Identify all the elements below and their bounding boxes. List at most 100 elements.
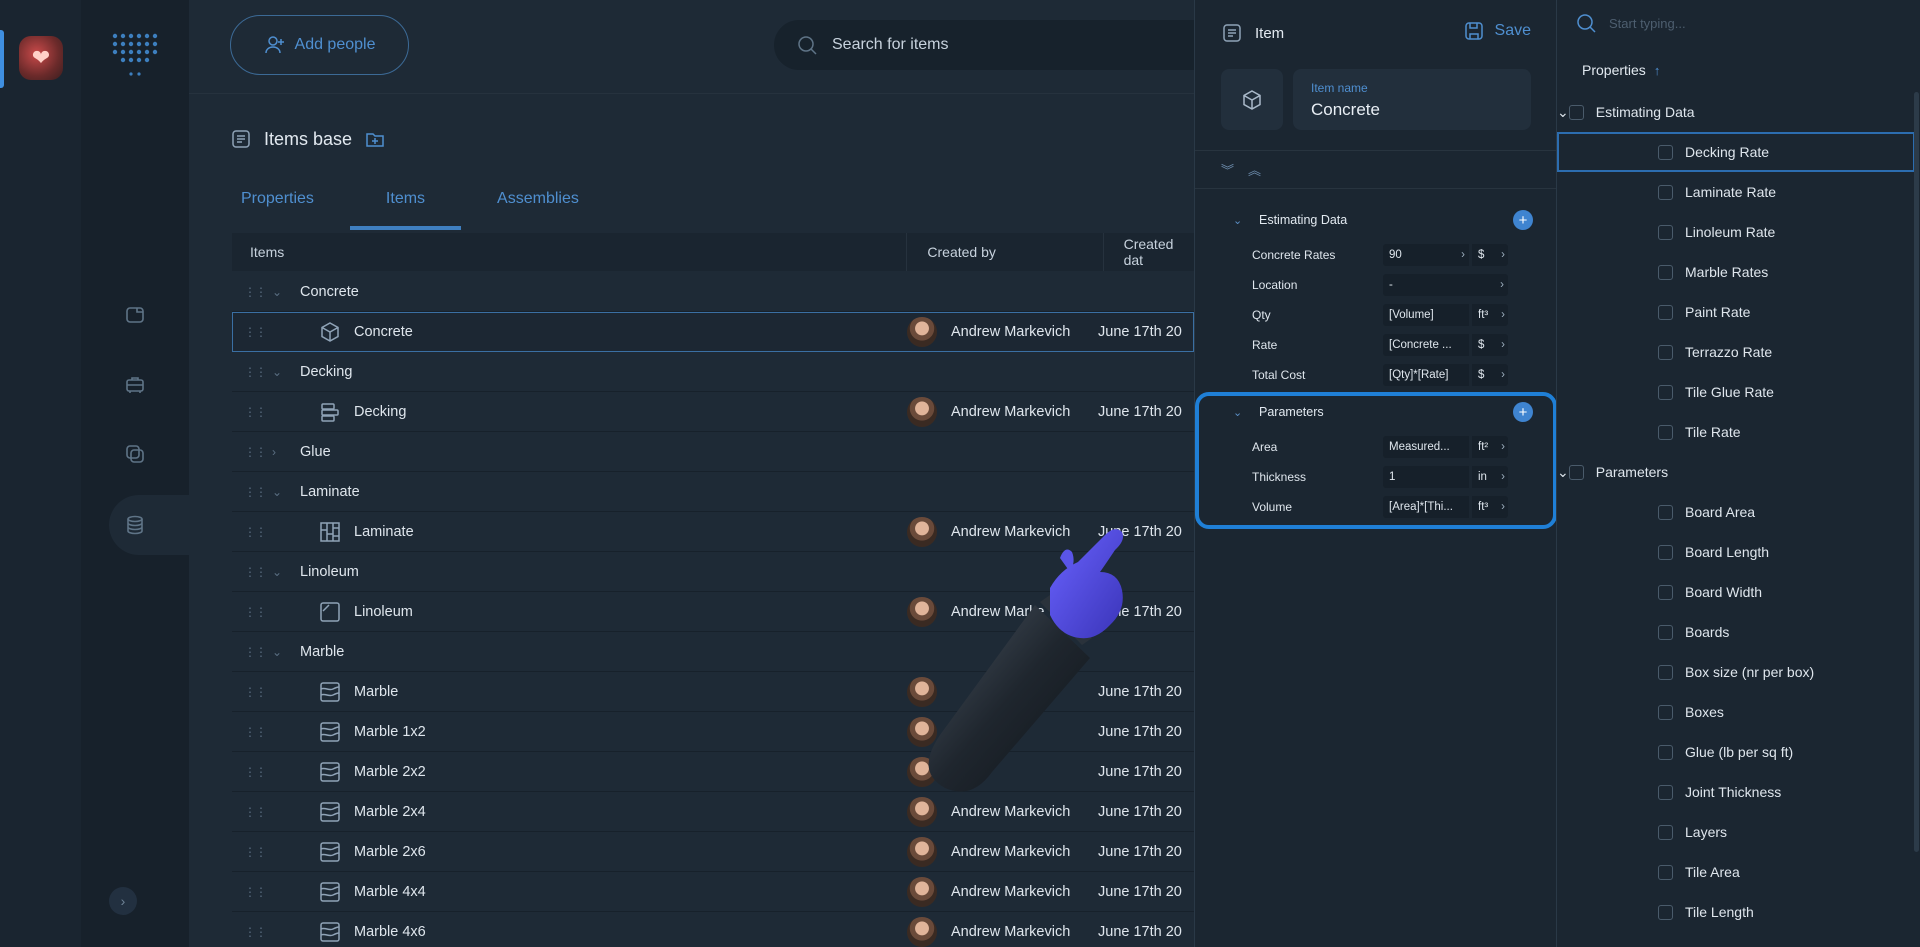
add-property-button[interactable]: + <box>1513 210 1533 230</box>
database-icon[interactable] <box>81 503 189 547</box>
search-box[interactable]: Search for items <box>774 20 1194 70</box>
drag-handle-icon[interactable]: ⋮⋮ <box>244 325 267 339</box>
chevron-right-icon[interactable]: › <box>1501 309 1505 321</box>
property-option[interactable]: Board Area <box>1557 492 1915 532</box>
property-option[interactable]: Joint Thickness <box>1557 772 1915 812</box>
search-input[interactable]: Search for items <box>832 36 948 54</box>
table-row[interactable]: ⋮⋮ Concrete Andrew Markevich June 17th 20 <box>232 312 1194 352</box>
drag-handle-icon[interactable]: ⋮⋮ <box>244 725 267 739</box>
property-unit-field[interactable]: $ › <box>1472 244 1508 266</box>
chevron-down-icon[interactable]: ⌄ <box>272 485 292 499</box>
chevron-right-icon[interactable]: › <box>1501 369 1505 381</box>
section-header[interactable]: ⌄ Estimating Data + <box>1233 206 1533 234</box>
checkbox[interactable] <box>1658 864 1673 880</box>
property-unit-field[interactable]: ft³ › <box>1472 304 1508 326</box>
property-option[interactable]: Laminate Rate <box>1557 172 1915 212</box>
properties-search-input[interactable]: Start typing... <box>1609 16 1686 31</box>
property-option[interactable]: Terrazzo Rate <box>1557 332 1915 372</box>
property-option[interactable]: Tile Length <box>1557 892 1915 932</box>
checkbox[interactable] <box>1658 824 1673 840</box>
drag-handle-icon[interactable]: ⋮⋮ <box>244 685 267 699</box>
table-row[interactable]: ⋮⋮ Marble 4x4 Andrew Markevich June 17th 20 <box>232 872 1194 912</box>
checkbox[interactable] <box>1658 504 1673 520</box>
properties-title[interactable]: Properties ↑ <box>1582 62 1660 78</box>
checkbox[interactable] <box>1658 784 1673 800</box>
table-group-row[interactable]: ⋮⋮ ⌄ Concrete <box>232 272 1194 312</box>
checkbox[interactable] <box>1658 384 1673 400</box>
save-button[interactable]: Save <box>1463 20 1531 42</box>
properties-search[interactable]: Start typing... <box>1575 12 1686 34</box>
drag-handle-icon[interactable]: ⋮⋮ <box>244 365 267 379</box>
property-group[interactable]: ⌄ Estimating Data <box>1557 92 1915 132</box>
drag-handle-icon[interactable]: ⋮⋮ <box>244 805 267 819</box>
apps-grid-icon[interactable] <box>111 32 159 80</box>
checkbox[interactable] <box>1568 464 1584 480</box>
property-option[interactable]: Glue (lb per sq ft) <box>1557 732 1915 772</box>
property-option[interactable]: Board Width <box>1557 572 1915 612</box>
drag-handle-icon[interactable]: ⋮⋮ <box>244 645 267 659</box>
drag-handle-icon[interactable]: ⋮⋮ <box>244 845 267 859</box>
property-value-field[interactable]: - › <box>1383 274 1508 296</box>
property-option[interactable]: Board Length <box>1557 532 1915 572</box>
property-option[interactable]: Paint Rate <box>1557 292 1915 332</box>
checkbox[interactable] <box>1658 424 1673 440</box>
item-type-button[interactable] <box>1221 69 1283 130</box>
drag-handle-icon[interactable]: ⋮⋮ <box>244 565 267 579</box>
chevron-down-icon[interactable]: ⌄ <box>1557 104 1569 121</box>
properties-scrollbar[interactable] <box>1914 92 1919 852</box>
expand-all-icon[interactable]: ︾ <box>1221 160 1234 179</box>
drag-handle-icon[interactable]: ⋮⋮ <box>244 405 267 419</box>
chevron-down-icon[interactable]: ⌄ <box>272 645 292 659</box>
chevron-down-icon[interactable]: ⌄ <box>272 285 292 299</box>
property-value-field[interactable]: [Volume] <box>1383 304 1469 326</box>
table-group-row[interactable]: ⋮⋮ ⌄ Laminate <box>232 472 1194 512</box>
checkbox[interactable] <box>1568 104 1584 120</box>
property-option[interactable]: Tile Rate <box>1557 412 1915 452</box>
property-option[interactable]: Decking Rate <box>1557 132 1915 172</box>
checkbox[interactable] <box>1658 264 1673 280</box>
expand-nav-button[interactable]: › <box>109 887 137 915</box>
column-header-created-by[interactable]: Created by <box>906 233 1102 271</box>
chevron-down-icon[interactable]: ⌄ <box>1557 464 1569 481</box>
property-option[interactable]: Tile Glue Rate <box>1557 372 1915 412</box>
checkbox[interactable] <box>1658 224 1673 240</box>
checkbox[interactable] <box>1658 664 1673 680</box>
tab-assemblies[interactable]: Assemblies <box>461 186 615 230</box>
property-unit-field[interactable]: $ › <box>1472 364 1508 386</box>
property-option[interactable]: Layers <box>1557 812 1915 852</box>
property-value-field[interactable]: [Concrete ... <box>1383 334 1469 356</box>
property-option[interactable]: Linoleum Rate <box>1557 212 1915 252</box>
chevron-right-icon[interactable]: › <box>1501 249 1505 261</box>
table-row[interactable]: ⋮⋮ Decking Andrew Markevich June 17th 20 <box>232 392 1194 432</box>
drag-handle-icon[interactable]: ⋮⋮ <box>244 765 267 779</box>
chevron-right-icon[interactable]: › <box>1501 339 1505 351</box>
drag-handle-icon[interactable]: ⋮⋮ <box>244 925 267 939</box>
property-value-field[interactable]: [Qty]*[Rate] <box>1383 364 1469 386</box>
checkbox[interactable] <box>1658 744 1673 760</box>
tab-properties[interactable]: Properties <box>205 186 350 230</box>
checkbox[interactable] <box>1658 584 1673 600</box>
item-name-field[interactable]: Item name Concrete <box>1293 69 1531 130</box>
chevron-right-icon[interactable]: › <box>272 445 292 459</box>
property-option[interactable]: Marble Rates <box>1557 252 1915 292</box>
checkbox[interactable] <box>1658 184 1673 200</box>
property-group[interactable]: ⌄ Parameters <box>1557 452 1915 492</box>
chevron-right-icon[interactable]: › <box>1500 279 1504 291</box>
app-logo[interactable]: ❤ <box>19 36 63 80</box>
checkbox[interactable] <box>1658 344 1673 360</box>
drag-handle-icon[interactable]: ⋮⋮ <box>244 485 267 499</box>
checkbox[interactable] <box>1658 904 1673 920</box>
checkbox[interactable] <box>1658 544 1673 560</box>
checkbox[interactable] <box>1658 304 1673 320</box>
chevron-down-icon[interactable]: ⌄ <box>272 365 292 379</box>
briefcase-icon[interactable] <box>81 363 189 407</box>
checkbox[interactable] <box>1658 704 1673 720</box>
folder-icon[interactable] <box>81 293 189 337</box>
checkbox[interactable] <box>1658 144 1673 160</box>
checkbox[interactable] <box>1658 624 1673 640</box>
property-unit-field[interactable]: $ › <box>1472 334 1508 356</box>
copy-icon[interactable] <box>81 432 189 476</box>
table-group-row[interactable]: ⋮⋮ › Glue <box>232 432 1194 472</box>
property-value-field[interactable]: 90 › <box>1383 244 1469 266</box>
table-row[interactable]: ⋮⋮ Marble 2x6 Andrew Markevich June 17th 20 <box>232 832 1194 872</box>
